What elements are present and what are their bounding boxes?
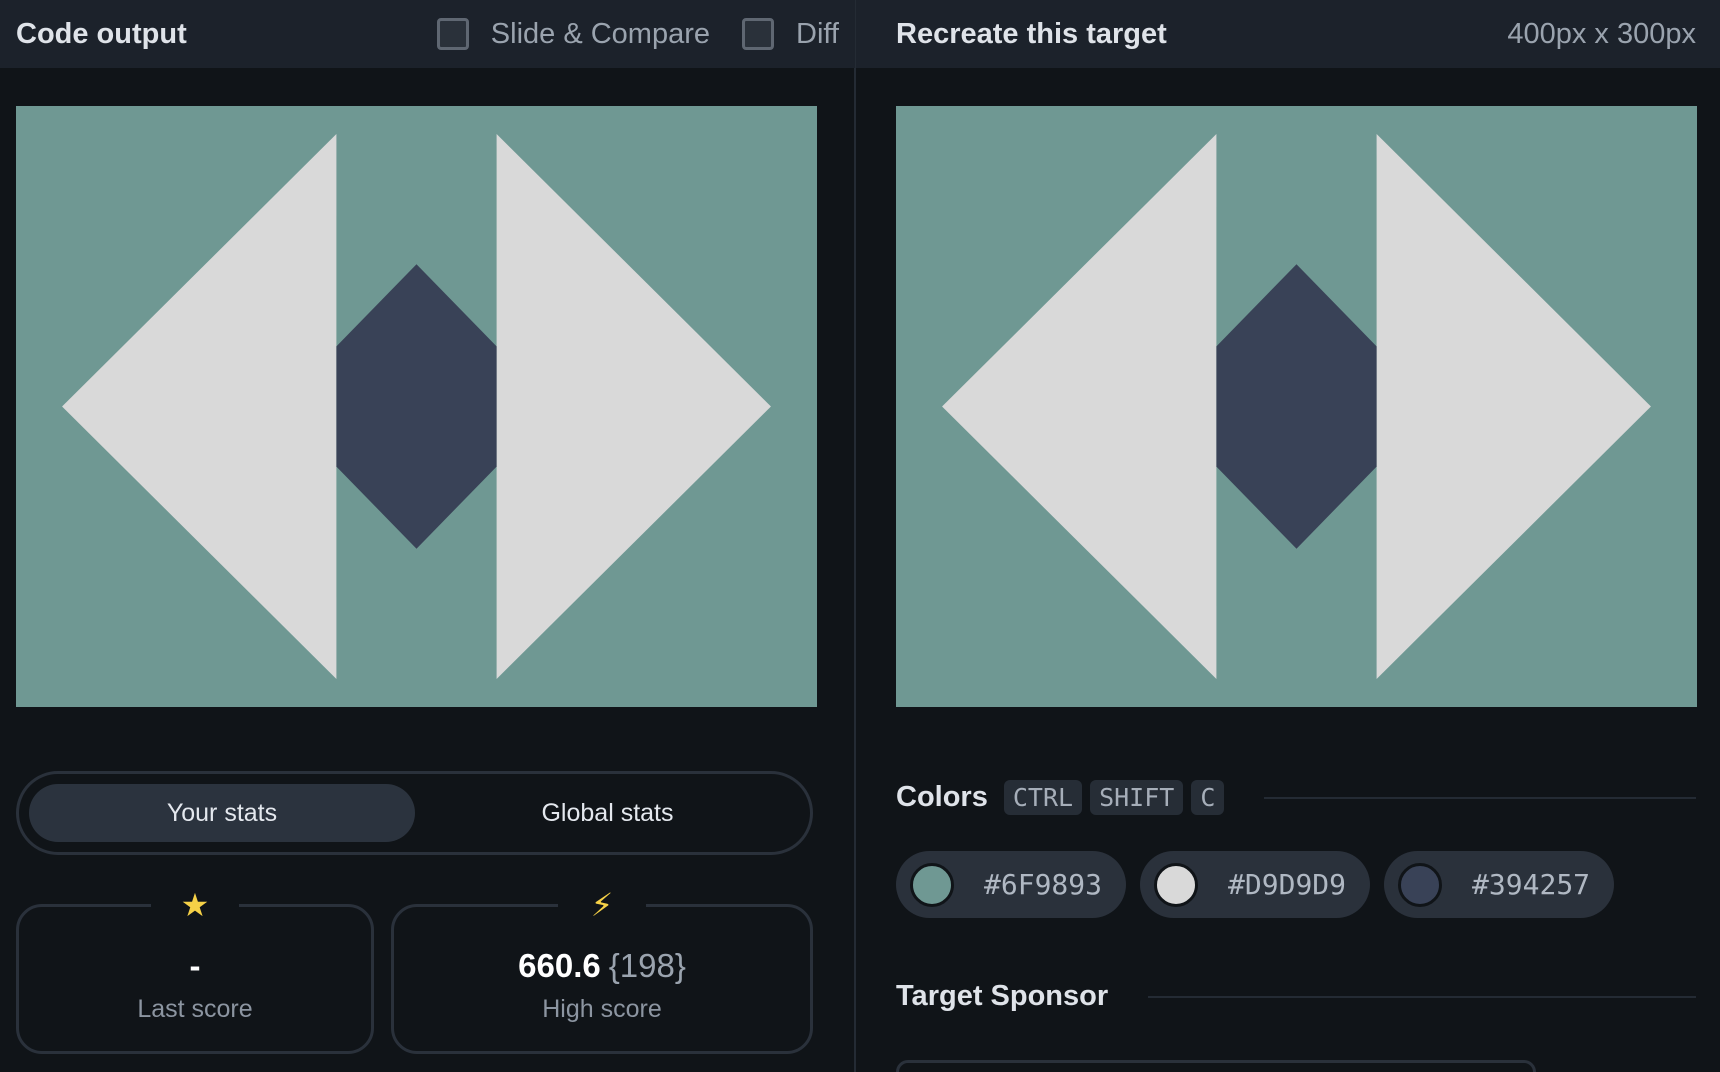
swatch-dot: [1398, 862, 1443, 907]
app-root: Code output Slide & Compare Diff Recreat…: [0, 0, 1720, 1072]
target-render: [896, 106, 1697, 707]
colors-title: Colors: [896, 781, 988, 813]
last-score-label: Last score: [137, 995, 253, 1023]
view-options: Slide & Compare Diff: [405, 18, 839, 51]
sponsor-card[interactable]: [896, 1060, 1536, 1072]
swatch-dot: [1154, 862, 1199, 907]
stats-toggle: Your stats Global stats: [16, 771, 813, 855]
slide-compare-checkbox[interactable]: [436, 18, 469, 50]
kbd-c: C: [1191, 780, 1225, 815]
swatch-hex: #6F9893: [984, 868, 1103, 901]
swatch-teal[interactable]: #6F9893: [896, 851, 1127, 918]
kbd-ctrl: CTRL: [1003, 780, 1083, 815]
swatch-hex: #D9D9D9: [1228, 868, 1347, 901]
your-stats-tab[interactable]: Your stats: [29, 784, 415, 842]
swatch-dot: [910, 862, 954, 907]
slide-compare-toggle[interactable]: Slide & Compare: [436, 17, 711, 51]
high-score-label: High score: [542, 995, 662, 1023]
sponsor-section-header: Target Sponsor: [896, 980, 1696, 1013]
diff-label: Diff: [796, 17, 839, 50]
diff-checkbox[interactable]: [742, 18, 775, 50]
colors-section-header: Colors CTRL SHIFT C: [896, 780, 1696, 815]
sponsor-title: Target Sponsor: [896, 980, 1109, 1012]
diff-toggle[interactable]: Diff: [742, 18, 839, 51]
kbd-shift: SHIFT: [1090, 780, 1184, 815]
target-dimensions: 400px x 300px: [1507, 17, 1696, 50]
swatch-hex: #394257: [1472, 868, 1591, 901]
high-score-value: 660.6 {198}: [394, 947, 810, 985]
target-header: Recreate this target 400px x 300px: [856, 0, 1720, 68]
target-title: Recreate this target: [896, 17, 1167, 50]
sponsor-divider: [1148, 995, 1696, 998]
code-output-render: [16, 106, 817, 707]
panel-divider: [854, 0, 856, 1072]
high-score-sub: {198}: [608, 947, 686, 984]
colors-divider: [1264, 796, 1696, 799]
swatch-light-gray[interactable]: #D9D9D9: [1140, 851, 1371, 918]
code-output-title: Code output: [16, 17, 187, 50]
star-icon: ★: [151, 885, 239, 925]
code-output-header: Code output Slide & Compare Diff: [0, 0, 855, 68]
high-score-card: ⚡ 660.6 {198} High score: [391, 885, 813, 1054]
last-score-card: ★ - Last score: [16, 885, 374, 1054]
high-score-number: 660.6: [518, 947, 601, 984]
slide-compare-label: Slide & Compare: [490, 17, 711, 50]
global-stats-tab[interactable]: Global stats: [415, 784, 800, 842]
last-score-value: -: [189, 947, 201, 984]
target-canvas: [896, 106, 1697, 707]
lightning-icon: ⚡: [558, 885, 646, 925]
swatch-navy[interactable]: #394257: [1384, 851, 1615, 918]
color-swatches: #6F9893 #D9D9D9 #394257: [896, 851, 1628, 918]
code-output-canvas[interactable]: [16, 106, 817, 707]
